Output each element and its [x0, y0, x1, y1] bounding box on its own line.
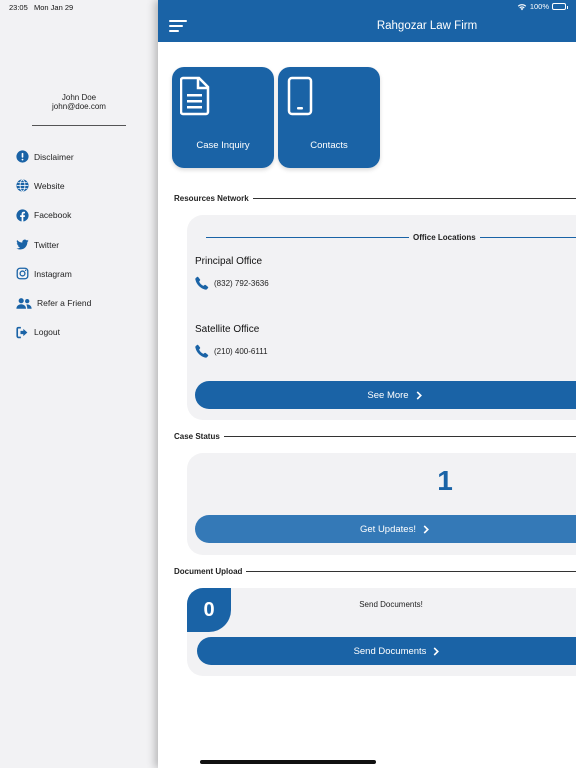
user-name: John Doe — [61, 93, 97, 102]
office-locations-label: Office Locations — [413, 233, 476, 242]
sidebar-item-facebook[interactable]: Facebook — [16, 201, 91, 230]
office-phone-link[interactable]: (210) 400-6111 — [195, 344, 268, 358]
document-upload-title: Send Documents! — [359, 600, 423, 609]
send-documents-button[interactable]: Send Documents — [197, 637, 576, 665]
get-updates-button[interactable]: Get Updates! — [195, 515, 576, 543]
button-label: See More — [367, 389, 409, 401]
main-panel: Rahgozar Law Firm Case Inquiry Contacts … — [158, 0, 576, 768]
status-date: Mon Jan 29 — [34, 3, 74, 12]
office-name: Satellite Office — [195, 324, 260, 335]
battery-icon — [552, 3, 568, 10]
sidebar-item-twitter[interactable]: Twitter — [16, 230, 91, 259]
case-status-heading: Case Status — [174, 432, 576, 441]
alert-circle-icon — [16, 150, 29, 163]
status-bar-right: 100% — [517, 2, 568, 11]
document-upload-heading: Document Upload — [174, 567, 576, 576]
chevron-right-icon — [416, 390, 422, 400]
section-divider — [246, 571, 576, 572]
chevron-right-icon — [423, 524, 429, 534]
phone-icon — [195, 344, 209, 358]
office-locations-heading: Office Locations — [206, 233, 576, 242]
chevron-right-icon — [434, 646, 440, 656]
sidebar-item-label: Website — [34, 180, 65, 191]
sidebar-item-label: Disclaimer — [34, 151, 74, 162]
sidebar-item-label: Facebook — [34, 210, 72, 221]
facebook-icon — [16, 209, 29, 222]
office-phone-number: (832) 792-3636 — [214, 278, 269, 288]
instagram-icon — [16, 267, 29, 280]
logout-icon — [16, 326, 29, 339]
office-phone-number: (210) 400-6111 — [214, 346, 268, 356]
battery-percent: 100% — [529, 2, 549, 11]
top-navbar: Rahgozar Law Firm — [158, 0, 576, 42]
sidebar-divider — [32, 125, 126, 126]
sidebar-item-logout[interactable]: Logout — [16, 318, 91, 347]
office-name: Principal Office — [195, 256, 263, 267]
section-heading-text: Document Upload — [174, 567, 243, 576]
button-label: Get Updates! — [360, 523, 416, 535]
home-indicator[interactable] — [200, 760, 376, 764]
tile-label: Case Inquiry — [196, 140, 250, 151]
globe-icon — [16, 179, 29, 193]
contacts-tile[interactable]: Contacts — [278, 67, 380, 168]
document-icon — [180, 76, 210, 116]
sidebar-item-refer-a-friend[interactable]: Refer a Friend — [16, 288, 91, 317]
sidebar: 23:05 Mon Jan 29 John Doe john@doe.com D… — [0, 0, 158, 768]
sidebar-item-label: Twitter — [34, 239, 60, 250]
section-heading-text: Case Status — [174, 432, 220, 441]
resources-network-heading: Resources Network — [174, 194, 576, 203]
phone-icon — [195, 276, 209, 290]
tile-label: Contacts — [310, 140, 348, 151]
sidebar-item-label: Refer a Friend — [37, 298, 92, 309]
sidebar-item-instagram[interactable]: Instagram — [16, 259, 91, 288]
sidebar-item-website[interactable]: Website — [16, 171, 91, 200]
document-upload-card: 0 Send Documents! Send Documents — [187, 588, 576, 676]
section-heading-text: Resources Network — [174, 194, 249, 203]
see-more-button[interactable]: See More — [195, 381, 576, 409]
twitter-icon — [16, 238, 29, 251]
status-time: 23:05 — [9, 3, 28, 12]
page-title: Rahgozar Law Firm — [376, 20, 478, 32]
resources-card: Office Locations Principal Office (832) … — [187, 215, 576, 420]
section-divider — [223, 436, 576, 437]
document-count-badge: 0 — [187, 588, 231, 632]
section-divider — [252, 198, 576, 199]
office-phone-link[interactable]: (832) 792-3636 — [195, 276, 269, 290]
phone-device-icon — [287, 76, 313, 116]
case-count: 1 — [437, 465, 453, 496]
wifi-icon — [517, 3, 526, 10]
case-inquiry-tile[interactable]: Case Inquiry — [172, 67, 274, 168]
user-email: john@doe.com — [52, 102, 106, 111]
sidebar-item-disclaimer[interactable]: Disclaimer — [16, 142, 91, 171]
users-icon — [16, 297, 32, 310]
sidebar-item-label: Logout — [34, 327, 60, 338]
sidebar-menu: Disclaimer Website Facebook Twitter Inst… — [16, 142, 91, 347]
button-label: Send Documents — [353, 645, 427, 657]
case-status-card: 1 Get Updates! — [187, 453, 576, 555]
sidebar-item-label: Instagram — [34, 268, 72, 279]
